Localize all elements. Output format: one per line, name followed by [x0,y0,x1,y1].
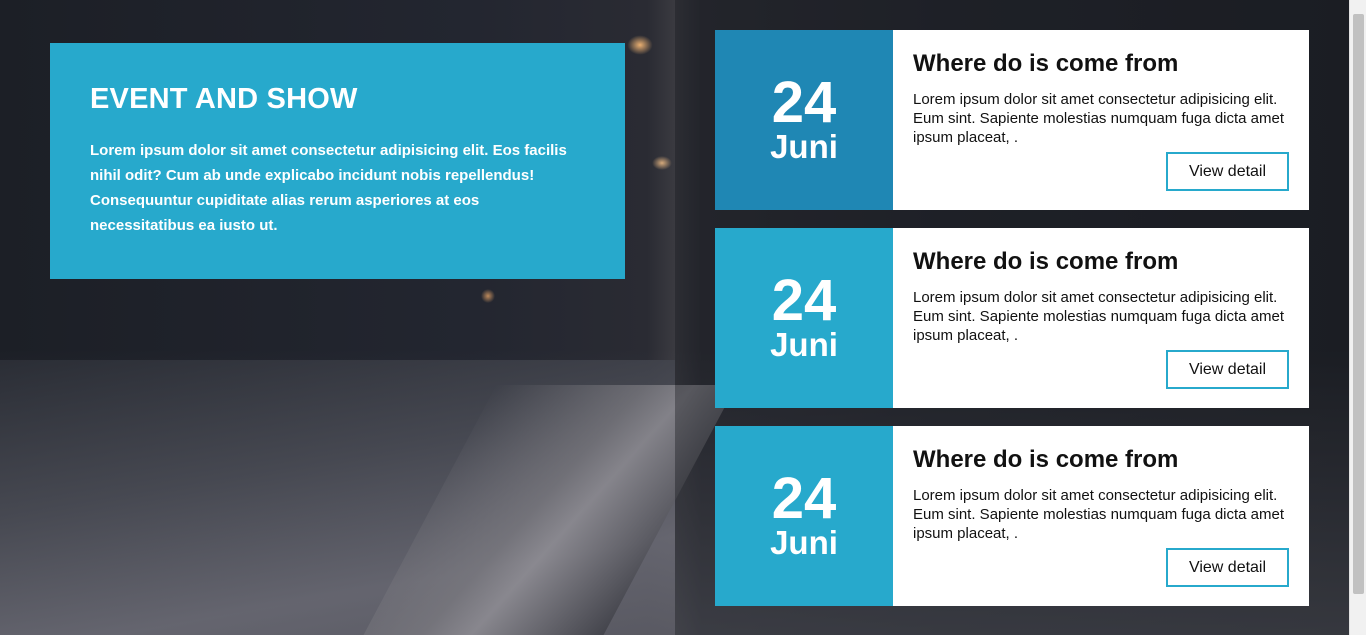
event-body: Where do is come from Lorem ipsum dolor … [893,426,1309,606]
event-title: Where do is come from [913,446,1179,473]
event-date: 24 Juni [715,30,893,210]
event-month: Juni [770,524,838,561]
event-title: Where do is come from [913,248,1179,275]
event-card: 24 Juni Where do is come from Lorem ipsu… [715,30,1309,210]
event-date: 24 Juni [715,426,893,606]
event-card: 24 Juni Where do is come from Lorem ipsu… [715,426,1309,606]
event-date: 24 Juni [715,228,893,408]
intro-text: Lorem ipsum dolor sit amet consectetur a… [90,142,567,234]
event-text: Lorem ipsum dolor sit amet consectetur a… [913,289,1285,344]
event-day: 24 [771,466,837,531]
intro-title: EVENT AND SHOW [90,83,358,115]
event-month: Juni [770,128,838,165]
view-detail-button[interactable]: View detail [1166,350,1289,389]
event-title: Where do is come from [913,50,1179,77]
event-body: Where do is come from Lorem ipsum dolor … [893,228,1309,408]
scrollbar-thumb[interactable] [1353,14,1364,594]
event-month: Juni [770,326,838,363]
event-text: Lorem ipsum dolor sit amet consectetur a… [913,487,1285,542]
event-text: Lorem ipsum dolor sit amet consectetur a… [913,91,1285,146]
event-day: 24 [771,268,837,333]
event-body: Where do is come from Lorem ipsum dolor … [893,30,1309,210]
view-detail-button[interactable]: View detail [1166,548,1289,587]
intro-panel: EVENT AND SHOW Lorem ipsum dolor sit ame… [50,43,625,279]
event-day: 24 [771,70,837,135]
view-detail-button[interactable]: View detail [1166,152,1289,191]
event-card: 24 Juni Where do is come from Lorem ipsu… [715,228,1309,408]
vertical-scrollbar[interactable] [1349,0,1366,635]
